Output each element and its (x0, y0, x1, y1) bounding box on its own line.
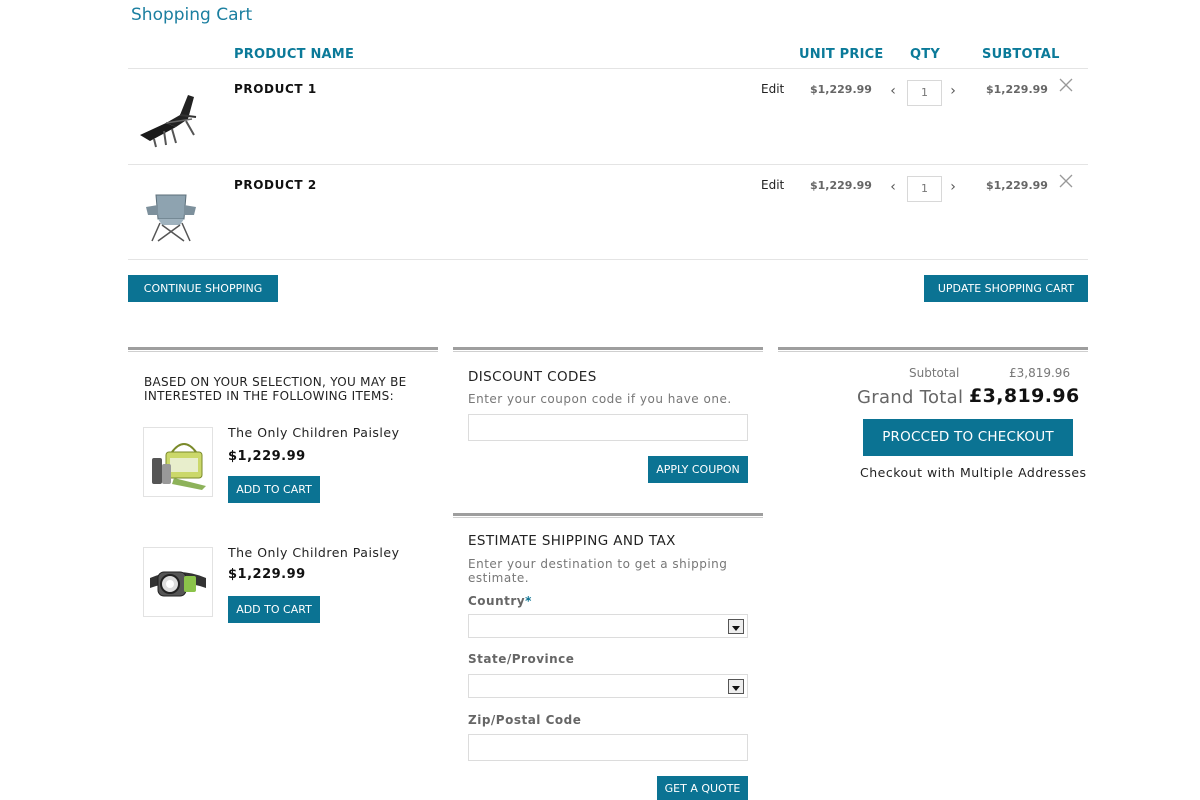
qty-decrease-icon[interactable]: ‹ (888, 83, 898, 99)
product-name[interactable]: PRODUCT 1 (234, 82, 317, 96)
cart-row: PRODUCT 1 Edit $1,229.99 ‹ 1 › $1,229.99 (128, 69, 1088, 164)
subtotal-value: £3,819.96 (1009, 366, 1071, 380)
state-select[interactable] (468, 674, 748, 698)
panel-divider (453, 513, 763, 518)
edit-link[interactable]: Edit (761, 178, 784, 192)
folding-chair-icon[interactable] (136, 179, 206, 249)
discount-codes-title: DISCOUNT CODES (468, 369, 597, 385)
remove-item-icon[interactable] (1058, 173, 1074, 189)
grand-total-value: £3,819.96 (969, 385, 1080, 407)
country-select[interactable] (468, 614, 748, 638)
qty-increase-icon[interactable]: › (948, 83, 958, 99)
coupon-code-input[interactable] (468, 414, 748, 441)
qty-increase-icon[interactable]: › (948, 179, 958, 195)
panel-divider (453, 347, 763, 352)
lounge-chair-icon[interactable] (136, 83, 206, 153)
zip-input[interactable] (468, 734, 748, 761)
recommendations-heading: BASED ON YOUR SELECTION, YOU MAY BE INTE… (144, 375, 407, 403)
estimate-shipping-title: ESTIMATE SHIPPING AND TAX (468, 533, 676, 549)
get-quote-button[interactable]: GET A QUOTE (657, 776, 748, 800)
continue-shopping-button[interactable]: CONTINUE SHOPPING (128, 275, 278, 302)
column-header-subtotal: SUBTOTAL (982, 47, 1060, 62)
chevron-down-icon[interactable] (728, 619, 744, 634)
grand-total-label: Grand Total (857, 387, 964, 408)
update-cart-button[interactable]: UPDATE SHOPPING CART (924, 275, 1088, 302)
product-name[interactable]: PRODUCT 2 (234, 178, 317, 192)
chevron-down-icon[interactable] (728, 679, 744, 694)
edit-link[interactable]: Edit (761, 82, 784, 96)
apply-coupon-button[interactable]: APPLY COUPON (648, 456, 748, 483)
column-header-qty: QTY (910, 47, 940, 62)
unit-price: $1,229.99 (810, 83, 872, 96)
multi-address-checkout-link[interactable]: Checkout with Multiple Addresses (860, 465, 1087, 480)
subtotal-label: Subtotal (909, 366, 960, 380)
recommended-product-price: $1,229.99 (228, 449, 306, 464)
recommended-product-image[interactable] (143, 547, 213, 617)
country-label: Country* (468, 594, 532, 608)
cart-row: PRODUCT 2 Edit $1,229.99 ‹ 1 › $1,229.99 (128, 165, 1088, 260)
unit-price: $1,229.99 (810, 179, 872, 192)
panel-divider (778, 347, 1088, 352)
recommended-product-name[interactable]: The Only Children Paisley (228, 545, 400, 560)
qty-decrease-icon[interactable]: ‹ (888, 179, 898, 195)
column-header-product-name: PRODUCT NAME (234, 47, 355, 62)
proceed-to-checkout-button[interactable]: PROCCED TO CHECKOUT (863, 419, 1073, 456)
row-subtotal: $1,229.99 (986, 179, 1048, 192)
estimate-shipping-subtitle: estimate. (468, 571, 530, 585)
state-label: State/Province (468, 652, 575, 666)
country-label-text: Country (468, 594, 526, 608)
headlamp-icon (150, 571, 206, 597)
required-marker: * (525, 594, 532, 608)
add-to-cart-button[interactable]: ADD TO CART (228, 476, 320, 503)
remove-item-icon[interactable] (1058, 77, 1074, 93)
zip-label: Zip/Postal Code (468, 713, 582, 727)
recommended-product-image[interactable] (143, 427, 213, 497)
column-header-unit-price: UNIT PRICE (799, 47, 884, 62)
add-to-cart-button[interactable]: ADD TO CART (228, 596, 320, 623)
row-subtotal: $1,229.99 (986, 83, 1048, 96)
page-title: Shopping Cart (131, 5, 253, 25)
divider (128, 259, 1088, 260)
recommended-product-name[interactable]: The Only Children Paisley (228, 425, 400, 440)
qty-input[interactable]: 1 (907, 176, 942, 202)
estimate-shipping-subtitle: Enter your destination to get a shipping (468, 557, 728, 571)
picnic-set-icon (152, 443, 206, 490)
panel-divider (128, 347, 438, 352)
qty-input[interactable]: 1 (907, 80, 942, 106)
discount-codes-subtitle: Enter your coupon code if you have one. (468, 392, 732, 406)
recommended-product-price: $1,229.99 (228, 567, 306, 582)
